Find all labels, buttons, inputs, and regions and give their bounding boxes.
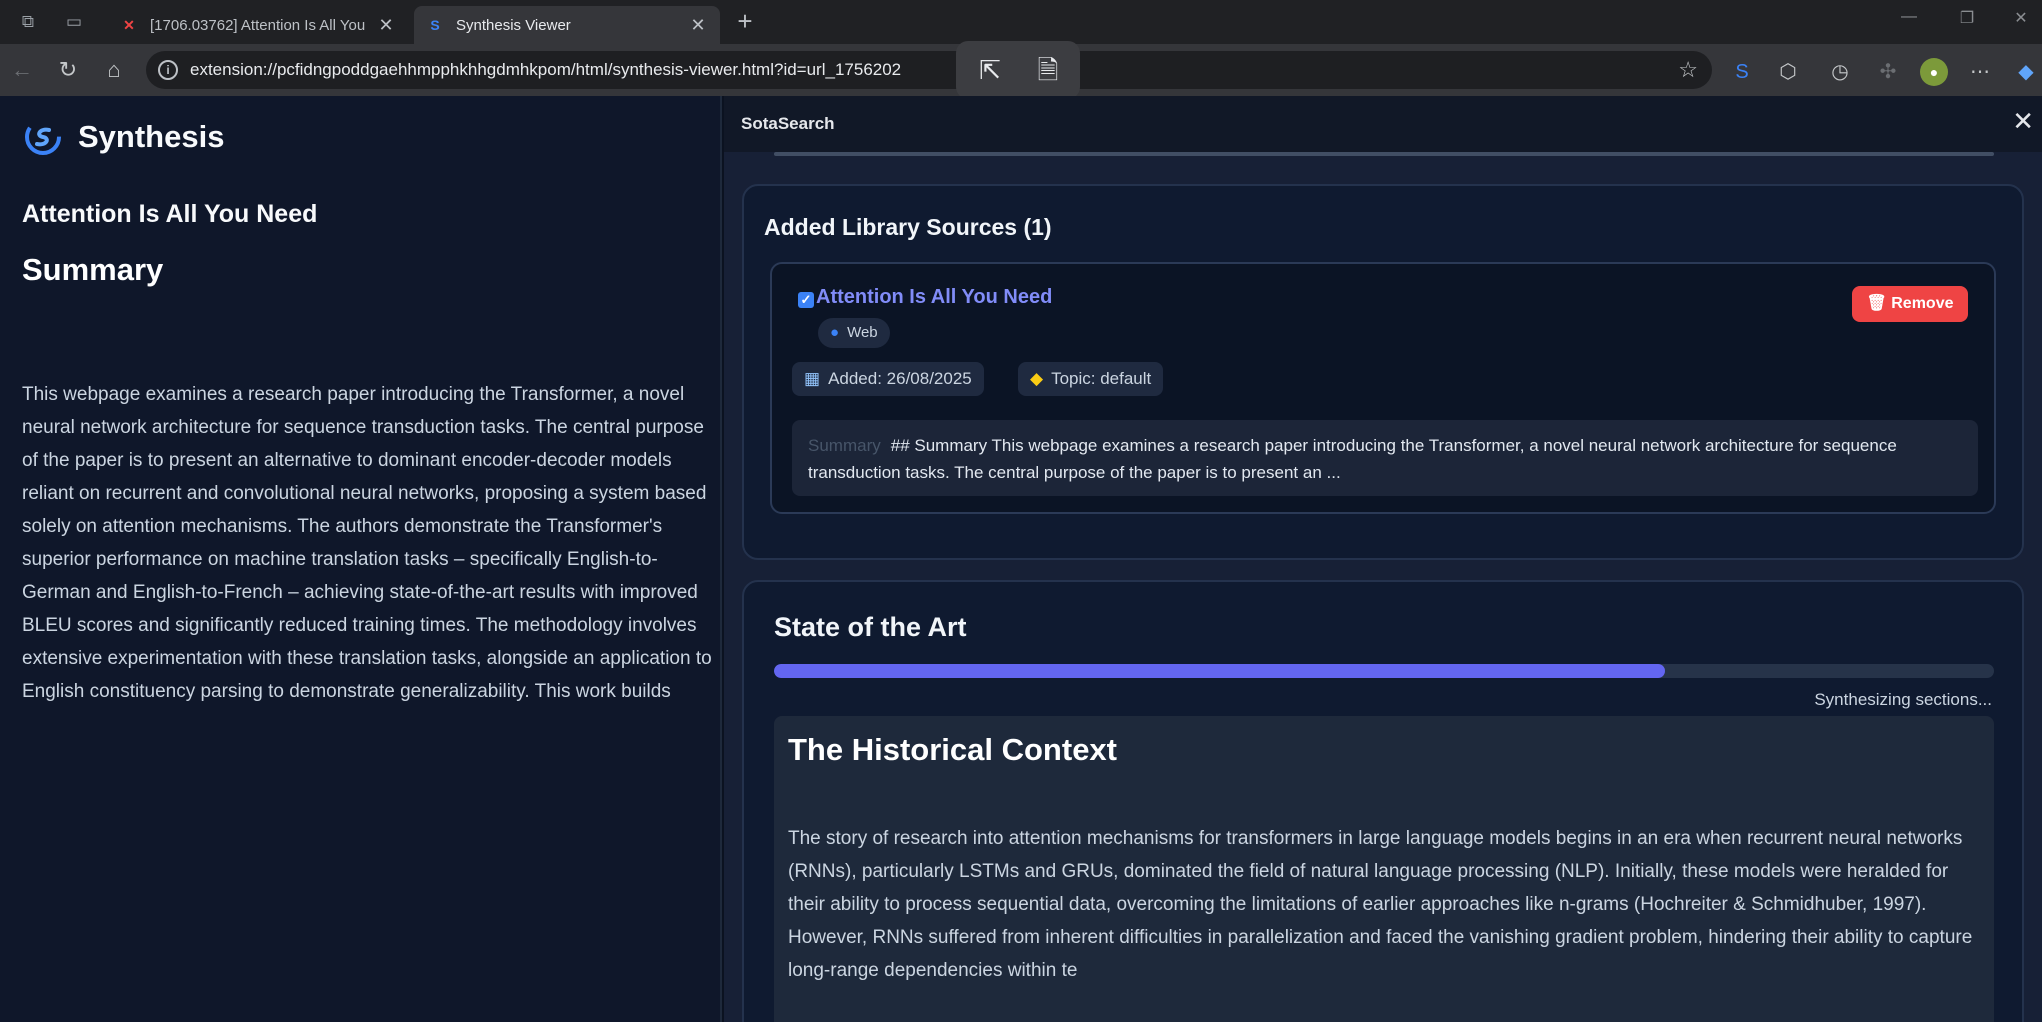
restore-icon[interactable]: ❐: [1952, 8, 1982, 28]
back-icon[interactable]: ←: [8, 56, 36, 84]
favorite-star-icon[interactable]: ☆: [1678, 57, 1698, 83]
snippet-text: ## Summary This webpage examines a resea…: [808, 436, 1897, 482]
progress-fill: [774, 664, 1665, 678]
minimize-icon[interactable]: —: [1894, 8, 1924, 26]
url-text[interactable]: extension://pcfidngpoddgaehhmpphkhhgdmhk…: [190, 60, 1010, 80]
tab-title: [1706.03762] Attention Is All You: [150, 16, 366, 34]
brand-name: Synthesis: [78, 119, 225, 154]
reload-icon[interactable]: ↻: [54, 56, 82, 84]
synthesis-extension-icon[interactable]: S: [1728, 58, 1756, 86]
panel-header: SotaSearch ✕: [724, 96, 2042, 152]
panel-title: SotaSearch: [741, 114, 835, 133]
section-title: The Historical Context: [788, 732, 1117, 767]
topic-chip: ◆ Topic: default: [1018, 362, 1164, 396]
arxiv-icon: ✕: [123, 17, 135, 33]
summary-text: This webpage examines a research paper i…: [22, 384, 712, 702]
source-snippet: Summary ## Summary This webpage examines …: [792, 420, 1978, 496]
history-icon[interactable]: ◷: [1826, 58, 1854, 86]
paper-title: Attention Is All You Need: [22, 200, 318, 228]
source-title-link[interactable]: Attention Is All You Need: [816, 286, 1052, 309]
snippet-label: Summary: [808, 436, 881, 455]
library-source-item: ✓ Attention Is All You Need 🗑 Remove ● We…: [770, 262, 1996, 514]
added-date-chip: ▦ Added: 26/08/2025: [792, 362, 984, 396]
close-window-icon[interactable]: ✕: [2006, 8, 2036, 28]
synthesis-icon: S: [430, 17, 440, 33]
tag-icon: ◆: [1030, 369, 1044, 388]
new-tab-button[interactable]: +: [732, 8, 758, 34]
workspaces-icon[interactable]: ⧉: [16, 10, 40, 34]
globe-icon: ●: [830, 324, 840, 341]
remove-source-button[interactable]: 🗑 Remove: [1852, 286, 1968, 322]
floating-page-actions: ⇱ 🗎: [956, 41, 1080, 99]
close-tab-icon[interactable]: ✕: [376, 15, 396, 36]
close-tab-icon[interactable]: ✕: [688, 15, 708, 36]
source-checkbox[interactable]: ✓: [798, 292, 814, 308]
state-of-the-art-heading: State of the Art: [774, 612, 967, 642]
extensions-puzzle-icon[interactable]: ✣: [1874, 58, 1902, 86]
extension-icon[interactable]: ⬡: [1774, 58, 1802, 86]
page-summary-icon[interactable]: 🗎: [1030, 53, 1066, 87]
remove-label: Remove: [1891, 295, 1954, 312]
trash-icon: 🗑: [1866, 295, 1892, 312]
sotasearch-panel: SotaSearch ✕ Added Library Sources (1) ✓…: [724, 96, 2042, 1022]
synthesis-progress-bar: [774, 664, 1994, 678]
source-type-chip: ● Web: [818, 318, 890, 348]
summary-heading: Summary: [22, 252, 164, 287]
added-date: Added: 26/08/2025: [828, 369, 972, 388]
tab-synthesis-viewer[interactable]: S Synthesis Viewer ✕: [414, 6, 720, 44]
section-text: The story of research into attention mec…: [788, 828, 1973, 981]
brand: Synthesis: [24, 118, 224, 156]
library-sources-heading: Added Library Sources (1): [764, 214, 1052, 240]
synthesis-logo-icon: [25, 119, 61, 155]
source-type-label: Web: [847, 324, 878, 341]
synthesis-sidebar: Synthesis Attention Is All You Need Summ…: [0, 96, 722, 1022]
site-info-icon[interactable]: i: [158, 60, 178, 80]
library-sources-card: Added Library Sources (1) ✓ Attention Is…: [742, 184, 2024, 560]
tab-arxiv[interactable]: ✕ [1706.03762] Attention Is All You ✕: [108, 6, 408, 44]
tab-actions-icon[interactable]: ▭: [62, 10, 86, 34]
home-icon[interactable]: ⌂: [100, 56, 128, 84]
synthesis-section: The Historical Context The story of rese…: [774, 716, 1994, 1022]
address-bar[interactable]: i extension://pcfidngpoddgaehhmpphkhhgdm…: [146, 51, 1712, 89]
profile-avatar[interactable]: ●: [1920, 58, 1948, 86]
state-of-the-art-card: State of the Art Synthesizing sections..…: [742, 580, 2024, 1022]
picture-in-picture-icon[interactable]: ⇱: [972, 53, 1008, 87]
calendar-icon: ▦: [804, 369, 821, 388]
tab-title: Synthesis Viewer: [456, 16, 571, 34]
synthesis-status: Synthesizing sections...: [1814, 690, 1992, 709]
copilot-icon[interactable]: ◆: [2012, 58, 2040, 86]
close-panel-icon[interactable]: ✕: [2012, 106, 2034, 137]
browser-tab-bar: ⧉ ▭ ✕ [1706.03762] Attention Is All You …: [0, 0, 2042, 44]
scrolled-text-fragment: [774, 148, 1994, 158]
topic-label: Topic: default: [1051, 369, 1152, 388]
more-menu-icon[interactable]: ⋯: [1966, 58, 1994, 86]
